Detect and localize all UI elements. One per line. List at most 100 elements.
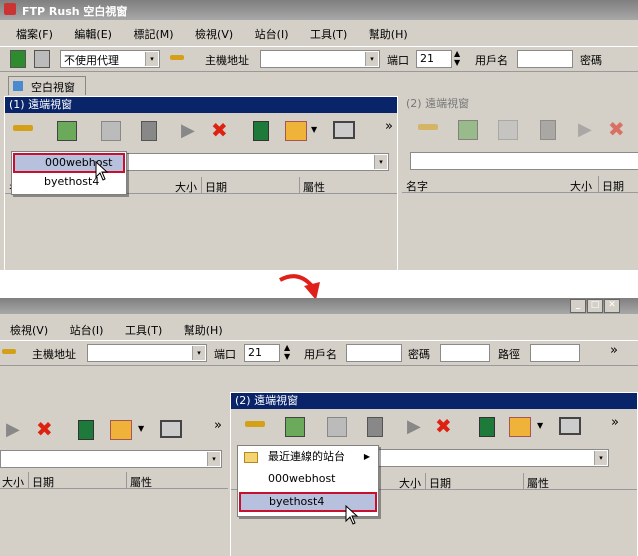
col-date[interactable]: 日期 bbox=[32, 474, 54, 490]
folder-icon bbox=[244, 452, 258, 463]
play-icon[interactable]: ▶ bbox=[181, 120, 195, 141]
more-toolbar-icon[interactable]: » bbox=[610, 343, 618, 358]
host-input[interactable]: ▾ bbox=[260, 50, 380, 68]
maximize-icon[interactable]: □ bbox=[587, 299, 603, 313]
user-input[interactable] bbox=[346, 344, 402, 362]
mouse-cursor-icon bbox=[95, 161, 109, 181]
col-attr[interactable]: 屬性 bbox=[527, 475, 549, 491]
plug-icon bbox=[170, 55, 184, 60]
connect-icon[interactable] bbox=[13, 125, 33, 131]
more-toolbar-icon[interactable]: » bbox=[611, 415, 619, 430]
port-spinner[interactable]: ▲ ▼ bbox=[284, 343, 290, 361]
bookmark-icon[interactable] bbox=[509, 417, 531, 437]
bookmark-icon[interactable] bbox=[110, 420, 132, 440]
remote-window-1-title: (1) 遠端視窗 bbox=[5, 97, 397, 113]
stop-icon[interactable] bbox=[367, 417, 383, 437]
host-input[interactable]: ▾ bbox=[87, 344, 207, 362]
parent-dir-icon[interactable] bbox=[498, 120, 518, 140]
connect-icon[interactable] bbox=[418, 124, 438, 130]
menu-file[interactable]: 檔案(F) bbox=[16, 28, 53, 41]
col-size[interactable]: 大小 bbox=[570, 178, 592, 194]
chevron-down-icon[interactable]: ▾ bbox=[207, 452, 220, 466]
parent-dir-icon[interactable] bbox=[101, 121, 121, 141]
close-icon[interactable]: ✖ bbox=[435, 414, 452, 438]
path-input[interactable] bbox=[530, 344, 580, 362]
remote-toolbar-2: ▶ ✖ bbox=[402, 116, 638, 146]
chevron-down-icon[interactable]: ▾ bbox=[145, 52, 158, 66]
col-size[interactable]: 大小 bbox=[2, 474, 24, 490]
chevron-down-icon[interactable]: ▾ bbox=[374, 155, 387, 169]
parent-dir-icon[interactable] bbox=[327, 417, 347, 437]
menu-site[interactable]: 站台(I) bbox=[255, 28, 289, 41]
play-icon[interactable]: ▶ bbox=[578, 119, 592, 140]
play-icon[interactable]: ▶ bbox=[6, 419, 20, 440]
col-size[interactable]: 大小 bbox=[175, 179, 197, 195]
bookmark-icon[interactable] bbox=[285, 121, 307, 141]
column-divider bbox=[299, 177, 300, 193]
add-site-icon[interactable] bbox=[458, 120, 478, 140]
stop-icon[interactable] bbox=[141, 121, 157, 141]
dropdown-item-000webhost[interactable]: 000webhost bbox=[238, 470, 378, 488]
chevron-down-icon[interactable]: ▼ bbox=[537, 421, 543, 430]
chevron-down-icon[interactable]: ▼ bbox=[138, 424, 144, 433]
menu-edit[interactable]: 編輯(E) bbox=[74, 28, 112, 41]
password-input[interactable] bbox=[440, 344, 490, 362]
dropdown-item-label: 000webhost bbox=[268, 472, 336, 485]
col-attr[interactable]: 屬性 bbox=[130, 474, 152, 490]
col-attr[interactable]: 屬性 bbox=[303, 179, 325, 195]
remote-list-header-2: 名字 大小 日期 bbox=[402, 176, 638, 193]
port-label: 端口 bbox=[214, 348, 236, 361]
menu-tools[interactable]: 工具(T) bbox=[125, 324, 162, 337]
more-toolbar-icon[interactable]: » bbox=[385, 119, 393, 134]
tab-blank-window[interactable]: 空白視窗 bbox=[8, 76, 86, 95]
col-date[interactable]: 日期 bbox=[602, 178, 624, 194]
port-spinner[interactable]: ▲ ▼ bbox=[454, 49, 460, 67]
refresh-icon[interactable] bbox=[78, 420, 94, 440]
chevron-down-icon[interactable]: ▾ bbox=[594, 451, 607, 465]
stop-icon[interactable] bbox=[540, 120, 556, 140]
more-toolbar-icon[interactable]: » bbox=[214, 418, 222, 433]
menu-site[interactable]: 站台(I) bbox=[70, 324, 104, 337]
col-size[interactable]: 大小 bbox=[399, 475, 421, 491]
site-manager-icon[interactable] bbox=[34, 50, 50, 68]
menu-tools[interactable]: 工具(T) bbox=[310, 28, 347, 41]
path-label: 路徑 bbox=[498, 348, 520, 361]
chevron-down-icon[interactable]: ▼ bbox=[311, 125, 317, 134]
port-input[interactable]: 21 bbox=[244, 344, 280, 362]
terminal-icon[interactable] bbox=[333, 121, 355, 139]
terminal-icon[interactable] bbox=[559, 417, 581, 435]
close-icon[interactable]: ✖ bbox=[211, 118, 228, 142]
col-name[interactable]: 名字 bbox=[406, 178, 428, 194]
play-icon[interactable]: ▶ bbox=[407, 416, 421, 437]
menu-help[interactable]: 幫助(H) bbox=[184, 324, 223, 337]
user-input[interactable] bbox=[517, 50, 573, 68]
menu-view[interactable]: 檢視(V) bbox=[10, 324, 48, 337]
dropdown-item-label: byethost4 bbox=[269, 495, 325, 508]
menu-mark[interactable]: 標記(M) bbox=[133, 28, 173, 41]
dropdown-item-recent-sites[interactable]: 最近連線的站台 ▶ bbox=[238, 448, 378, 466]
port-input[interactable]: 21 bbox=[416, 50, 452, 68]
add-site-icon[interactable] bbox=[57, 121, 77, 141]
refresh-icon[interactable] bbox=[479, 417, 495, 437]
connect-icon[interactable] bbox=[245, 421, 265, 427]
menu-help[interactable]: 幫助(H) bbox=[369, 28, 408, 41]
remote-path-input-2[interactable] bbox=[410, 152, 638, 170]
new-connection-icon[interactable] bbox=[10, 50, 26, 68]
remote-list-header-1: 大小 日期 屬性 bbox=[0, 472, 228, 489]
col-date[interactable]: 日期 bbox=[205, 179, 227, 195]
add-site-icon[interactable] bbox=[285, 417, 305, 437]
close-window-icon[interactable]: ✕ bbox=[604, 299, 620, 313]
tab-icon bbox=[13, 81, 23, 91]
chevron-down-icon[interactable]: ▾ bbox=[365, 52, 378, 66]
col-date[interactable]: 日期 bbox=[429, 475, 451, 491]
close-icon[interactable]: ✖ bbox=[608, 117, 625, 141]
chevron-down-icon[interactable]: ▾ bbox=[192, 346, 205, 360]
terminal-icon[interactable] bbox=[160, 420, 182, 438]
minimize-icon[interactable]: _ bbox=[570, 299, 586, 313]
remote-path-input-1[interactable]: ▾ bbox=[0, 450, 222, 468]
remote-window-1: (1) 遠端視窗 ▶ ✖ ▼ » ▾ 名字 大小 日期 屬性 0 bbox=[4, 96, 398, 270]
proxy-select[interactable]: 不使用代理 ▾ bbox=[60, 50, 160, 68]
close-icon[interactable]: ✖ bbox=[36, 417, 53, 441]
menu-view[interactable]: 檢視(V) bbox=[195, 28, 233, 41]
refresh-icon[interactable] bbox=[253, 121, 269, 141]
